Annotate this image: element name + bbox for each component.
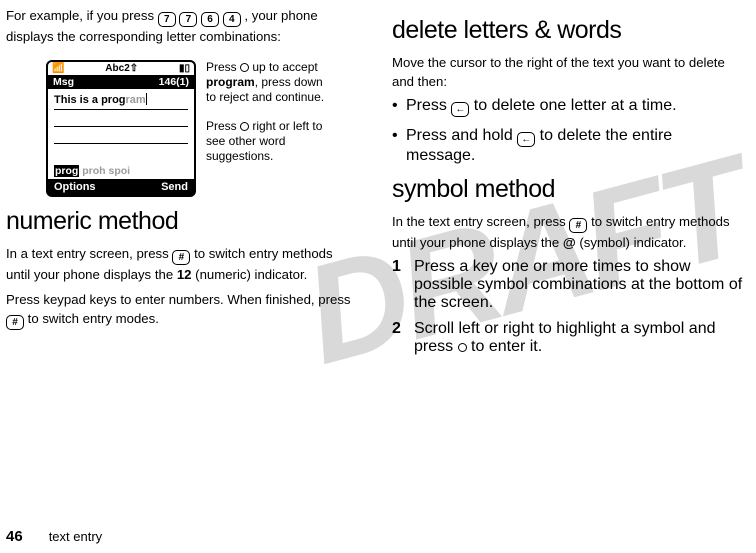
b2-a: Press and hold <box>406 127 517 144</box>
phone-suggestions: prog proh spoi <box>48 163 194 179</box>
phone-body: This is a program <box>48 89 194 163</box>
signal-icon: 📶 <box>52 63 64 74</box>
bullet-icon: • <box>392 127 406 145</box>
softkey-right: Send <box>161 181 188 193</box>
back-key-icon: ← <box>451 102 469 117</box>
phone-mode-indicator: Abc2⇧ <box>105 63 138 74</box>
nav-icon <box>240 63 249 72</box>
annot2-pre: Press <box>206 119 240 133</box>
hash-key: # <box>172 250 190 265</box>
annotation-2: Press right or left to see other word su… <box>206 119 336 164</box>
bullet-2-text: Press and hold ← to delete the entire me… <box>406 127 744 165</box>
key-6: 6 <box>201 12 219 27</box>
intro-pre: For example, if you press <box>6 8 158 23</box>
suggestion-selected: prog <box>54 165 79 177</box>
typed-text: This is a prog <box>54 94 126 106</box>
page-footer: 46 text entry <box>6 528 102 545</box>
numeric-indicator: 12 <box>177 267 192 282</box>
b1-a: Press <box>406 97 451 114</box>
sym-a: In the text entry screen, press <box>392 214 569 229</box>
phone-title-right: 146(1) <box>159 76 189 88</box>
phone-text-line-3 <box>54 127 188 144</box>
annot1-mid: up to accept <box>249 60 318 74</box>
b1-b: to delete one letter at a time. <box>474 97 677 114</box>
bullet-2: • Press and hold ← to delete the entire … <box>392 127 744 165</box>
num-p2-b: to switch entry modes. <box>28 311 159 326</box>
phone-status-bar: 📶 Abc2⇧ ▮▯ <box>48 62 194 75</box>
softkey-left: Options <box>54 181 96 193</box>
hash-key: # <box>6 315 24 330</box>
symbol-indicator: @ <box>563 235 576 250</box>
suggested-suffix: ram <box>126 94 146 106</box>
hash-key: # <box>569 218 587 233</box>
step-1-text: Press a key one or more times to show po… <box>414 258 744 312</box>
key-7b: 7 <box>179 12 197 27</box>
num-p2-a: Press keypad keys to enter numbers. When… <box>6 292 351 307</box>
step-2-text: Scroll left or right to highlight a symb… <box>414 320 744 356</box>
page-number: 46 <box>6 528 23 545</box>
phone-softkeys: Options Send <box>48 179 194 195</box>
step2-b: to enter it. <box>471 338 542 355</box>
num-p1-a: In a text entry screen, press <box>6 246 172 261</box>
step-1-number: 1 <box>392 258 414 312</box>
key-4: 4 <box>223 12 241 27</box>
phone-title-bar: Msg 146(1) <box>48 75 194 89</box>
phone-text-line-1: This is a program <box>54 93 188 110</box>
section-name: text entry <box>49 529 102 544</box>
step-2-number: 2 <box>392 320 414 356</box>
annot1-bold: program <box>206 75 255 89</box>
numeric-para-1: In a text entry screen, press # to switc… <box>6 244 358 284</box>
heading-delete: delete letters & words <box>392 16 744 45</box>
bullet-1-text: Press ← to delete one letter at a time. <box>406 97 744 117</box>
step-2: 2 Scroll left or right to highlight a sy… <box>392 320 744 356</box>
text-cursor <box>146 93 147 105</box>
annotation-1: Press up to accept program, press down t… <box>206 60 336 105</box>
sym-c: (symbol) indicator. <box>579 235 686 250</box>
back-key-icon: ← <box>517 132 535 147</box>
phone-mock: 📶 Abc2⇧ ▮▯ Msg 146(1) This is a program <box>46 60 196 197</box>
delete-intro: Move the cursor to the right of the text… <box>392 53 744 91</box>
heading-symbol: symbol method <box>392 175 744 204</box>
symbol-para: In the text entry screen, press # to swi… <box>392 212 744 252</box>
phone-annotations: Press up to accept program, press down t… <box>206 60 336 197</box>
key-7a: 7 <box>158 12 176 27</box>
nav-icon <box>240 122 249 131</box>
step-1: 1 Press a key one or more times to show … <box>392 258 744 312</box>
phone-text-line-2 <box>54 110 188 127</box>
suggestion-rest: proh spoi <box>82 165 130 177</box>
bullet-1: • Press ← to delete one letter at a time… <box>392 97 744 117</box>
battery-icon: ▮▯ <box>179 63 190 74</box>
numeric-para-2: Press keypad keys to enter numbers. When… <box>6 290 358 330</box>
phone-text-line-4 <box>54 144 188 161</box>
nav-icon <box>458 343 467 352</box>
annot1-pre: Press <box>206 60 240 74</box>
phone-title-left: Msg <box>53 76 74 88</box>
bullet-icon: • <box>392 97 406 115</box>
num-p1-c: (numeric) indicator. <box>195 267 307 282</box>
intro-text: For example, if you press 7 7 6 4 , your… <box>6 6 358 46</box>
heading-numeric: numeric method <box>6 207 358 236</box>
